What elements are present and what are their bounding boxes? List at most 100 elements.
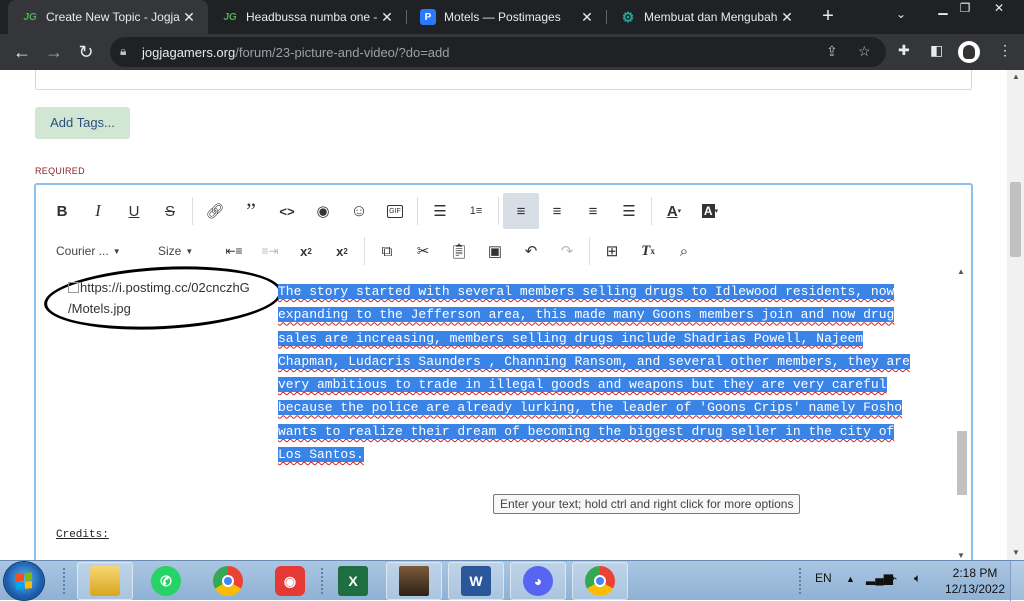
close-icon[interactable]: ✕	[180, 9, 198, 26]
editor-content[interactable]: https://i.postimg.cc/02cnczhG /Motels.jp…	[36, 260, 948, 560]
table-icon[interactable]: ⊞	[594, 233, 630, 269]
page-content: Add Tags... REQUIRED B I U S 🔗︎ ” <> ◉ ☺…	[0, 70, 1024, 560]
align-justify-icon[interactable]: ☰	[611, 193, 647, 229]
page-scroll-thumb[interactable]	[1010, 182, 1021, 257]
new-tab-button[interactable]: +	[816, 5, 840, 29]
indent-icon[interactable]: ≡⇥	[252, 233, 288, 269]
close-icon[interactable]: ✕	[578, 9, 596, 26]
quote-icon[interactable]: ”	[233, 193, 269, 229]
text-color-icon[interactable]: A ▾	[656, 193, 692, 229]
selected-story-text[interactable]: The story started with several members s…	[278, 280, 938, 466]
show-desktop-button[interactable]	[1010, 561, 1024, 601]
editor-scrollbar[interactable]: ▲ ▼	[955, 267, 967, 560]
italic-icon[interactable]: I	[80, 193, 116, 229]
address-bar[interactable]: 🔒︎ jogjagamers.org/forum/23-picture-and-…	[110, 37, 886, 67]
tab-headbussa[interactable]: JG Headbussa numba one - J ✕	[208, 0, 406, 34]
undo-icon[interactable]: ↶	[513, 233, 549, 269]
copy-icon[interactable]: ⧉	[369, 233, 405, 269]
align-right-icon[interactable]: ≡	[575, 193, 611, 229]
tab-title: Create New Topic - Jogjag	[46, 10, 180, 24]
share-icon[interactable]: ⇪	[826, 43, 838, 60]
spoiler-eye-icon[interactable]: ◉	[305, 193, 341, 229]
background-color-icon[interactable]: A ▾	[692, 193, 728, 229]
tab-motels-postimages[interactable]: P Motels — Postimages ✕	[406, 0, 606, 34]
bookmark-star-icon[interactable]: ☆	[858, 43, 871, 60]
tab-search-icon[interactable]: ⌄	[896, 7, 906, 21]
previous-input-field[interactable]	[35, 70, 972, 90]
underline-icon[interactable]: U	[116, 193, 152, 229]
windows-logo-icon	[16, 572, 32, 590]
tab-create-new-topic[interactable]: JG Create New Topic - Jogjag ✕	[8, 0, 208, 34]
font-family-dropdown[interactable]: Courier ... ▼	[44, 233, 140, 269]
file-explorer-icon[interactable]	[77, 562, 133, 600]
gta-sa-icon[interactable]	[386, 562, 442, 600]
url-text[interactable]: jogjagamers.org/forum/23-picture-and-vid…	[142, 45, 450, 60]
align-left-icon[interactable]: ≡	[503, 193, 539, 229]
back-icon[interactable]: ←	[10, 40, 34, 64]
volume-icon[interactable]: 🔈︎	[914, 571, 921, 586]
forward-icon[interactable]: →	[42, 40, 66, 64]
outdent-icon[interactable]: ⇤≡	[216, 233, 252, 269]
font-size-dropdown[interactable]: Size ▼	[140, 233, 216, 269]
close-icon[interactable]: ✕	[778, 9, 796, 26]
power-plug-icon[interactable]: ⌁	[890, 571, 897, 585]
story-line: sales are increasing, members selling dr…	[278, 330, 864, 346]
scroll-down-icon[interactable]: ▼	[957, 551, 965, 560]
restore-button[interactable]: ❐	[948, 0, 982, 18]
subscript-icon[interactable]: x2	[288, 233, 324, 269]
redo-icon[interactable]: ↷	[549, 233, 585, 269]
broken-image[interactable]: https://i.postimg.cc/02cnczhG /Motels.jp…	[68, 277, 273, 319]
story-line: because the police are already lurking, …	[278, 400, 903, 416]
excel-icon[interactable]: X	[325, 562, 381, 600]
tab-title: Membuat dan Mengubah	[644, 10, 778, 24]
profile-avatar[interactable]	[958, 41, 980, 63]
clear-formatting-icon[interactable]: Tx	[630, 233, 666, 269]
toolbar-divider	[498, 197, 499, 225]
paste-icon[interactable]: 📋︎	[441, 233, 477, 269]
bold-icon[interactable]: B	[44, 193, 80, 229]
lock-icon[interactable]: 🔒︎	[120, 44, 126, 59]
whatsapp-icon[interactable]: ✆	[138, 562, 194, 600]
story-line: Los Santos.	[278, 447, 364, 463]
chrome-active-icon[interactable]	[572, 562, 628, 600]
gif-icon[interactable]: GIF	[377, 193, 413, 229]
word-icon[interactable]: W	[448, 562, 504, 600]
bulleted-list-icon[interactable]: ☰	[422, 193, 458, 229]
discord-icon[interactable]: ◕	[510, 562, 566, 600]
link-icon[interactable]: 🔗︎	[197, 193, 233, 229]
language-indicator[interactable]: EN	[815, 571, 832, 585]
editor-scroll-thumb[interactable]	[957, 431, 967, 495]
cut-icon[interactable]: ✂	[405, 233, 441, 269]
image-alt-text-line-2: /Motels.jpg	[68, 301, 131, 316]
side-panel-icon[interactable]: ◧	[930, 42, 943, 59]
close-icon[interactable]: ✕	[378, 9, 396, 26]
align-center-icon[interactable]: ≡	[539, 193, 575, 229]
tab-membuat-dan-mengubah[interactable]: ⚙ Membuat dan Mengubah ✕	[606, 0, 806, 34]
chrome-icon[interactable]	[200, 562, 256, 600]
show-hidden-icons-icon[interactable]: ▲	[846, 574, 855, 584]
preview-icon[interactable]: ⌕	[666, 233, 702, 269]
scroll-down-icon[interactable]: ▼	[1012, 548, 1020, 557]
add-tags-button[interactable]: Add Tags...	[35, 107, 130, 139]
window-close-button[interactable]: ✕	[982, 0, 1016, 18]
system-clock[interactable]: 2:18 PM 12/13/2022	[944, 565, 1006, 597]
page-scrollbar[interactable]: ▲ ▼	[1007, 70, 1024, 560]
emoji-icon[interactable]: ☺	[341, 193, 377, 229]
code-icon[interactable]: <>	[269, 193, 305, 229]
scroll-up-icon[interactable]: ▲	[957, 267, 965, 276]
extensions-puzzle-icon[interactable]: ✚	[898, 42, 910, 59]
start-button[interactable]	[4, 562, 44, 600]
gear-green-icon: ⚙	[621, 8, 635, 25]
numbered-list-icon[interactable]: 1≡	[458, 193, 494, 229]
strikethrough-icon[interactable]: S	[152, 193, 188, 229]
paste-text-icon[interactable]: ▣	[477, 233, 513, 269]
menu-kebab-icon[interactable]: ⋮	[998, 42, 1012, 59]
rich-text-editor[interactable]: B I U S 🔗︎ ” <> ◉ ☺ GIF ☰ 1≡ ≡ ≡ ≡ ☰ A ▾ …	[34, 183, 973, 560]
chevron-down-icon: ▼	[112, 246, 121, 256]
scroll-up-icon[interactable]: ▲	[1012, 72, 1020, 81]
editor-tooltip: Enter your text; hold ctrl and right cli…	[493, 494, 801, 514]
superscript-icon[interactable]: x2	[324, 233, 360, 269]
reload-icon[interactable]: ↻	[74, 40, 98, 64]
network-signal-icon[interactable]: ▂▄▆	[866, 571, 893, 585]
nox-player-icon[interactable]: ◉	[262, 562, 318, 600]
